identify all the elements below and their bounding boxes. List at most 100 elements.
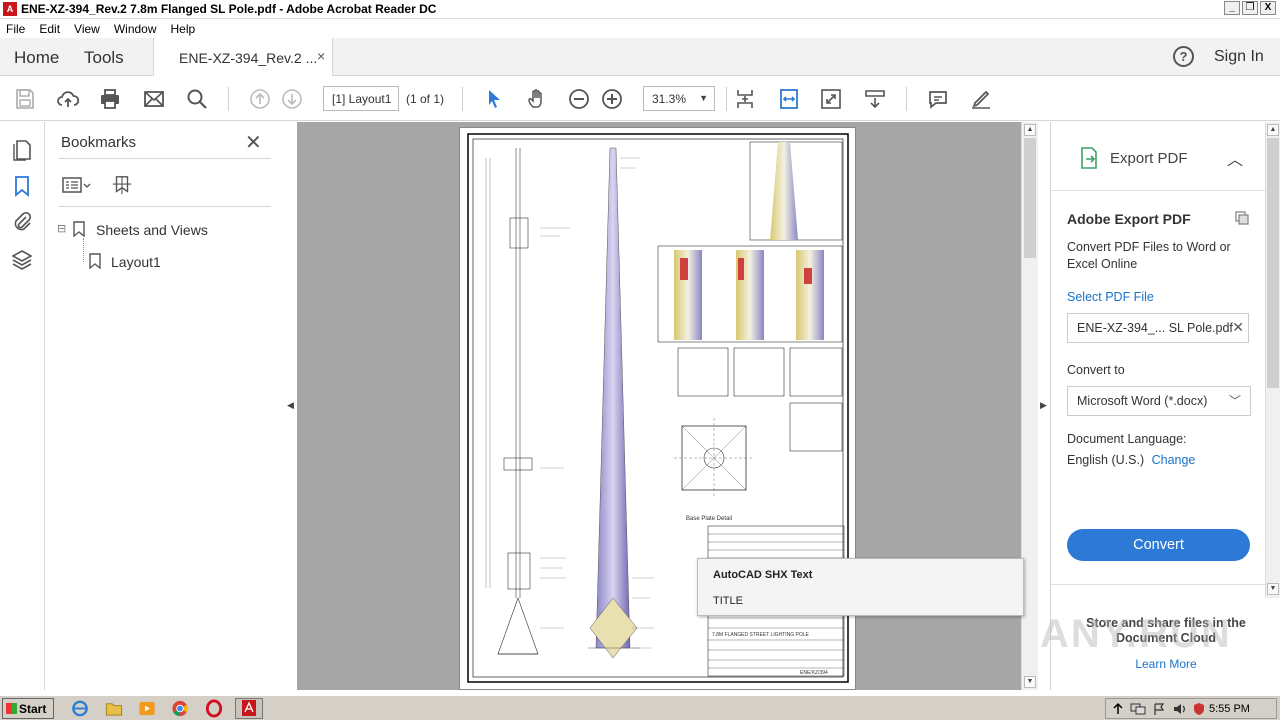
flag-icon[interactable] [1152, 702, 1166, 716]
tooltip-content: TITLE [713, 595, 743, 607]
divider [1051, 584, 1266, 585]
media-player-icon[interactable] [137, 699, 157, 718]
convert-to-label: Convert to [1067, 363, 1125, 377]
menu-view[interactable]: View [74, 22, 100, 36]
scroll-thumb[interactable] [1024, 138, 1036, 258]
bookmark-sheets-and-views[interactable]: Sheets and Views [96, 222, 208, 238]
base-plate-caption: Base Plate Detail [686, 516, 732, 522]
scroll-down-icon[interactable]: ▼ [1024, 676, 1036, 688]
bookmarks-title: Bookmarks [61, 134, 137, 151]
volume-icon[interactable] [1172, 702, 1186, 716]
toolbar-separator [462, 87, 463, 111]
close-window-button[interactable]: X [1260, 1, 1276, 15]
document-tab-label: ENE-XZ-394_Rev.2 ... [179, 50, 318, 66]
divider [59, 206, 271, 207]
bookmarks-panel: Bookmarks ✕ ⊟ Sheets and Views Layout1 [45, 122, 285, 690]
title-bar: A ENE-XZ-394_Rev.2 7.8m Flanged SL Pole.… [0, 0, 1280, 19]
scroll-down-icon[interactable]: ▼ [1267, 583, 1279, 595]
save-icon[interactable] [12, 86, 38, 112]
document-language: English (U.S.) Change [1067, 453, 1195, 467]
minimize-button[interactable]: _ [1224, 1, 1240, 15]
search-icon[interactable] [184, 86, 210, 112]
window-title: ENE-XZ-394_Rev.2 7.8m Flanged SL Pole.pd… [21, 2, 437, 16]
zoom-out-icon[interactable] [566, 86, 592, 112]
change-language-link[interactable]: Change [1152, 453, 1196, 467]
language-value: English (U.S.) [1067, 453, 1145, 467]
scroll-mode-icon[interactable] [862, 86, 888, 112]
divider [1051, 190, 1266, 191]
convert-to-select[interactable]: Microsoft Word (*.docx) ﹀ [1067, 386, 1251, 416]
learn-more-link[interactable]: Learn More [1051, 657, 1280, 671]
bookmark-icon [73, 221, 85, 237]
window-controls: _ ❐ X [1224, 1, 1276, 15]
clear-file-icon[interactable]: ✕ [1232, 319, 1244, 336]
chrome-icon[interactable] [170, 699, 190, 718]
select-pdf-file-link[interactable]: Select PDF File [1067, 290, 1154, 304]
menu-help[interactable]: Help [171, 22, 196, 36]
upload-cloud-icon[interactable] [55, 86, 81, 112]
copy-icon[interactable] [1234, 210, 1250, 226]
file-explorer-icon[interactable] [104, 699, 124, 718]
convert-button[interactable]: Convert [1067, 529, 1250, 561]
close-icon[interactable]: ✕ [245, 130, 262, 155]
show-hidden-icons-icon[interactable] [1112, 702, 1124, 716]
comment-icon[interactable] [925, 86, 951, 112]
export-pdf-header[interactable]: Export PDF [1110, 150, 1188, 167]
sign-in-link[interactable]: Sign In [1214, 48, 1264, 66]
tab-home[interactable]: Home [14, 48, 59, 68]
layers-icon[interactable] [10, 248, 34, 272]
tooltip-title: AutoCAD SHX Text [713, 569, 813, 581]
right-panel-collapse[interactable]: ▶ [1038, 122, 1049, 690]
menu-window[interactable]: Window [114, 22, 157, 36]
help-icon[interactable]: ? [1173, 46, 1194, 67]
email-icon[interactable] [141, 86, 167, 112]
chevron-right-icon: ▶ [1040, 400, 1047, 410]
fit-width-icon[interactable] [776, 86, 802, 112]
watermark: ANY.RUN [1040, 612, 1232, 656]
full-screen-icon[interactable] [818, 86, 844, 112]
print-icon[interactable] [97, 86, 123, 112]
highlight-pen-icon[interactable] [968, 86, 994, 112]
panel-scrollbar[interactable]: ▲ ▼ [1265, 122, 1280, 598]
menu-file[interactable]: File [6, 22, 25, 36]
page-count: (1 of 1) [406, 92, 445, 106]
chevron-up-icon[interactable]: ︿ [1227, 146, 1243, 170]
scroll-up-icon[interactable]: ▲ [1024, 124, 1036, 136]
hand-tool-icon[interactable] [524, 86, 550, 112]
bookmark-icon [89, 253, 101, 269]
zoom-level-select[interactable]: 31.3% ▼ [643, 86, 715, 111]
opera-icon[interactable] [204, 699, 224, 718]
select-cursor-icon[interactable] [481, 86, 507, 112]
taskbar-clock: 5:55 PM [1209, 703, 1250, 715]
attachment-icon[interactable] [10, 210, 34, 234]
restore-button[interactable]: ❐ [1242, 1, 1258, 15]
menu-edit[interactable]: Edit [39, 22, 60, 36]
start-button[interactable]: Start [2, 698, 54, 719]
collapse-toggle[interactable]: ⊟ [57, 222, 66, 235]
toolbar: [1] Layout1 (1 of 1) 31.3% ▼ [0, 77, 1280, 121]
bookmark-icon[interactable] [10, 174, 34, 198]
scroll-up-icon[interactable]: ▲ [1267, 124, 1279, 136]
export-title: Adobe Export PDF [1067, 211, 1191, 227]
left-panel-collapse[interactable]: ◀ [285, 122, 296, 690]
toolbar-separator [906, 87, 907, 111]
fit-page-icon[interactable] [732, 86, 758, 112]
page-thumbnails-icon[interactable] [10, 138, 34, 162]
page-number-input[interactable]: [1] Layout1 [323, 86, 399, 111]
bookmark-options-icon[interactable] [61, 174, 93, 196]
next-page-icon[interactable] [279, 86, 305, 112]
tab-document[interactable]: ENE-XZ-394_Rev.2 ... × [153, 38, 333, 76]
selected-file-field[interactable]: ENE-XZ-394_... SL Pole.pdf ✕ [1067, 313, 1249, 343]
close-tab-icon[interactable]: × [317, 48, 325, 64]
scroll-thumb[interactable] [1267, 138, 1279, 388]
previous-page-icon[interactable] [247, 86, 273, 112]
chevron-down-icon: ﹀ [1228, 394, 1241, 408]
internet-explorer-icon[interactable] [70, 699, 90, 718]
tab-tools[interactable]: Tools [84, 48, 124, 68]
acrobat-taskbar-button[interactable] [235, 698, 263, 719]
network-icon[interactable] [1130, 702, 1146, 716]
security-shield-icon[interactable] [1192, 702, 1206, 716]
bookmark-layout1[interactable]: Layout1 [111, 254, 161, 270]
expand-bookmark-icon[interactable] [109, 174, 135, 196]
zoom-in-icon[interactable] [599, 86, 625, 112]
